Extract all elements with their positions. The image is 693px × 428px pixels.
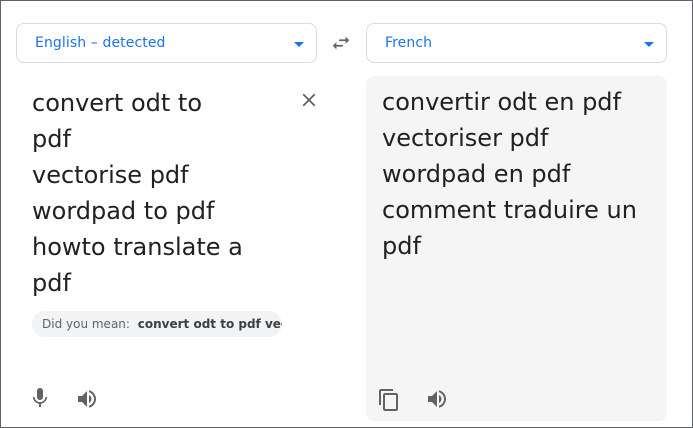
target-language-label: French <box>385 35 433 51</box>
clear-source-button[interactable] <box>298 89 320 111</box>
speaker-icon <box>78 390 96 408</box>
source-text-input[interactable]: convert odt to pdf vectorise pdf wordpad… <box>32 85 292 301</box>
copy-icon <box>379 389 398 411</box>
caret-down-icon <box>644 42 654 47</box>
source-language-select[interactable]: English – detected <box>16 23 317 63</box>
speaker-icon <box>428 390 446 408</box>
target-language-select[interactable]: French <box>366 23 667 63</box>
voice-input-button[interactable] <box>28 386 52 410</box>
source-language-label: English – detected <box>35 35 166 51</box>
swap-arrows-icon <box>332 36 350 50</box>
swap-languages-button[interactable] <box>330 32 352 54</box>
copy-translation-button[interactable] <box>377 388 401 412</box>
did-you-mean-suggestion: convert odt to pdf vectoris... <box>137 317 282 331</box>
did-you-mean-chip[interactable]: Did you mean: convert odt to pdf vectori… <box>32 311 282 337</box>
translation-output-pane: convertir odt en pdf vectoriser pdf word… <box>366 76 667 421</box>
caret-down-icon <box>294 42 304 47</box>
did-you-mean-label: Did you mean: <box>42 317 130 331</box>
microphone-icon <box>33 388 47 407</box>
translation-output-text: convertir odt en pdf vectoriser pdf word… <box>382 88 637 260</box>
listen-translation-button[interactable] <box>425 387 449 411</box>
close-icon <box>302 93 316 107</box>
listen-source-button[interactable] <box>75 387 99 411</box>
translate-widget: English – detected French convert odt to… <box>0 0 693 428</box>
